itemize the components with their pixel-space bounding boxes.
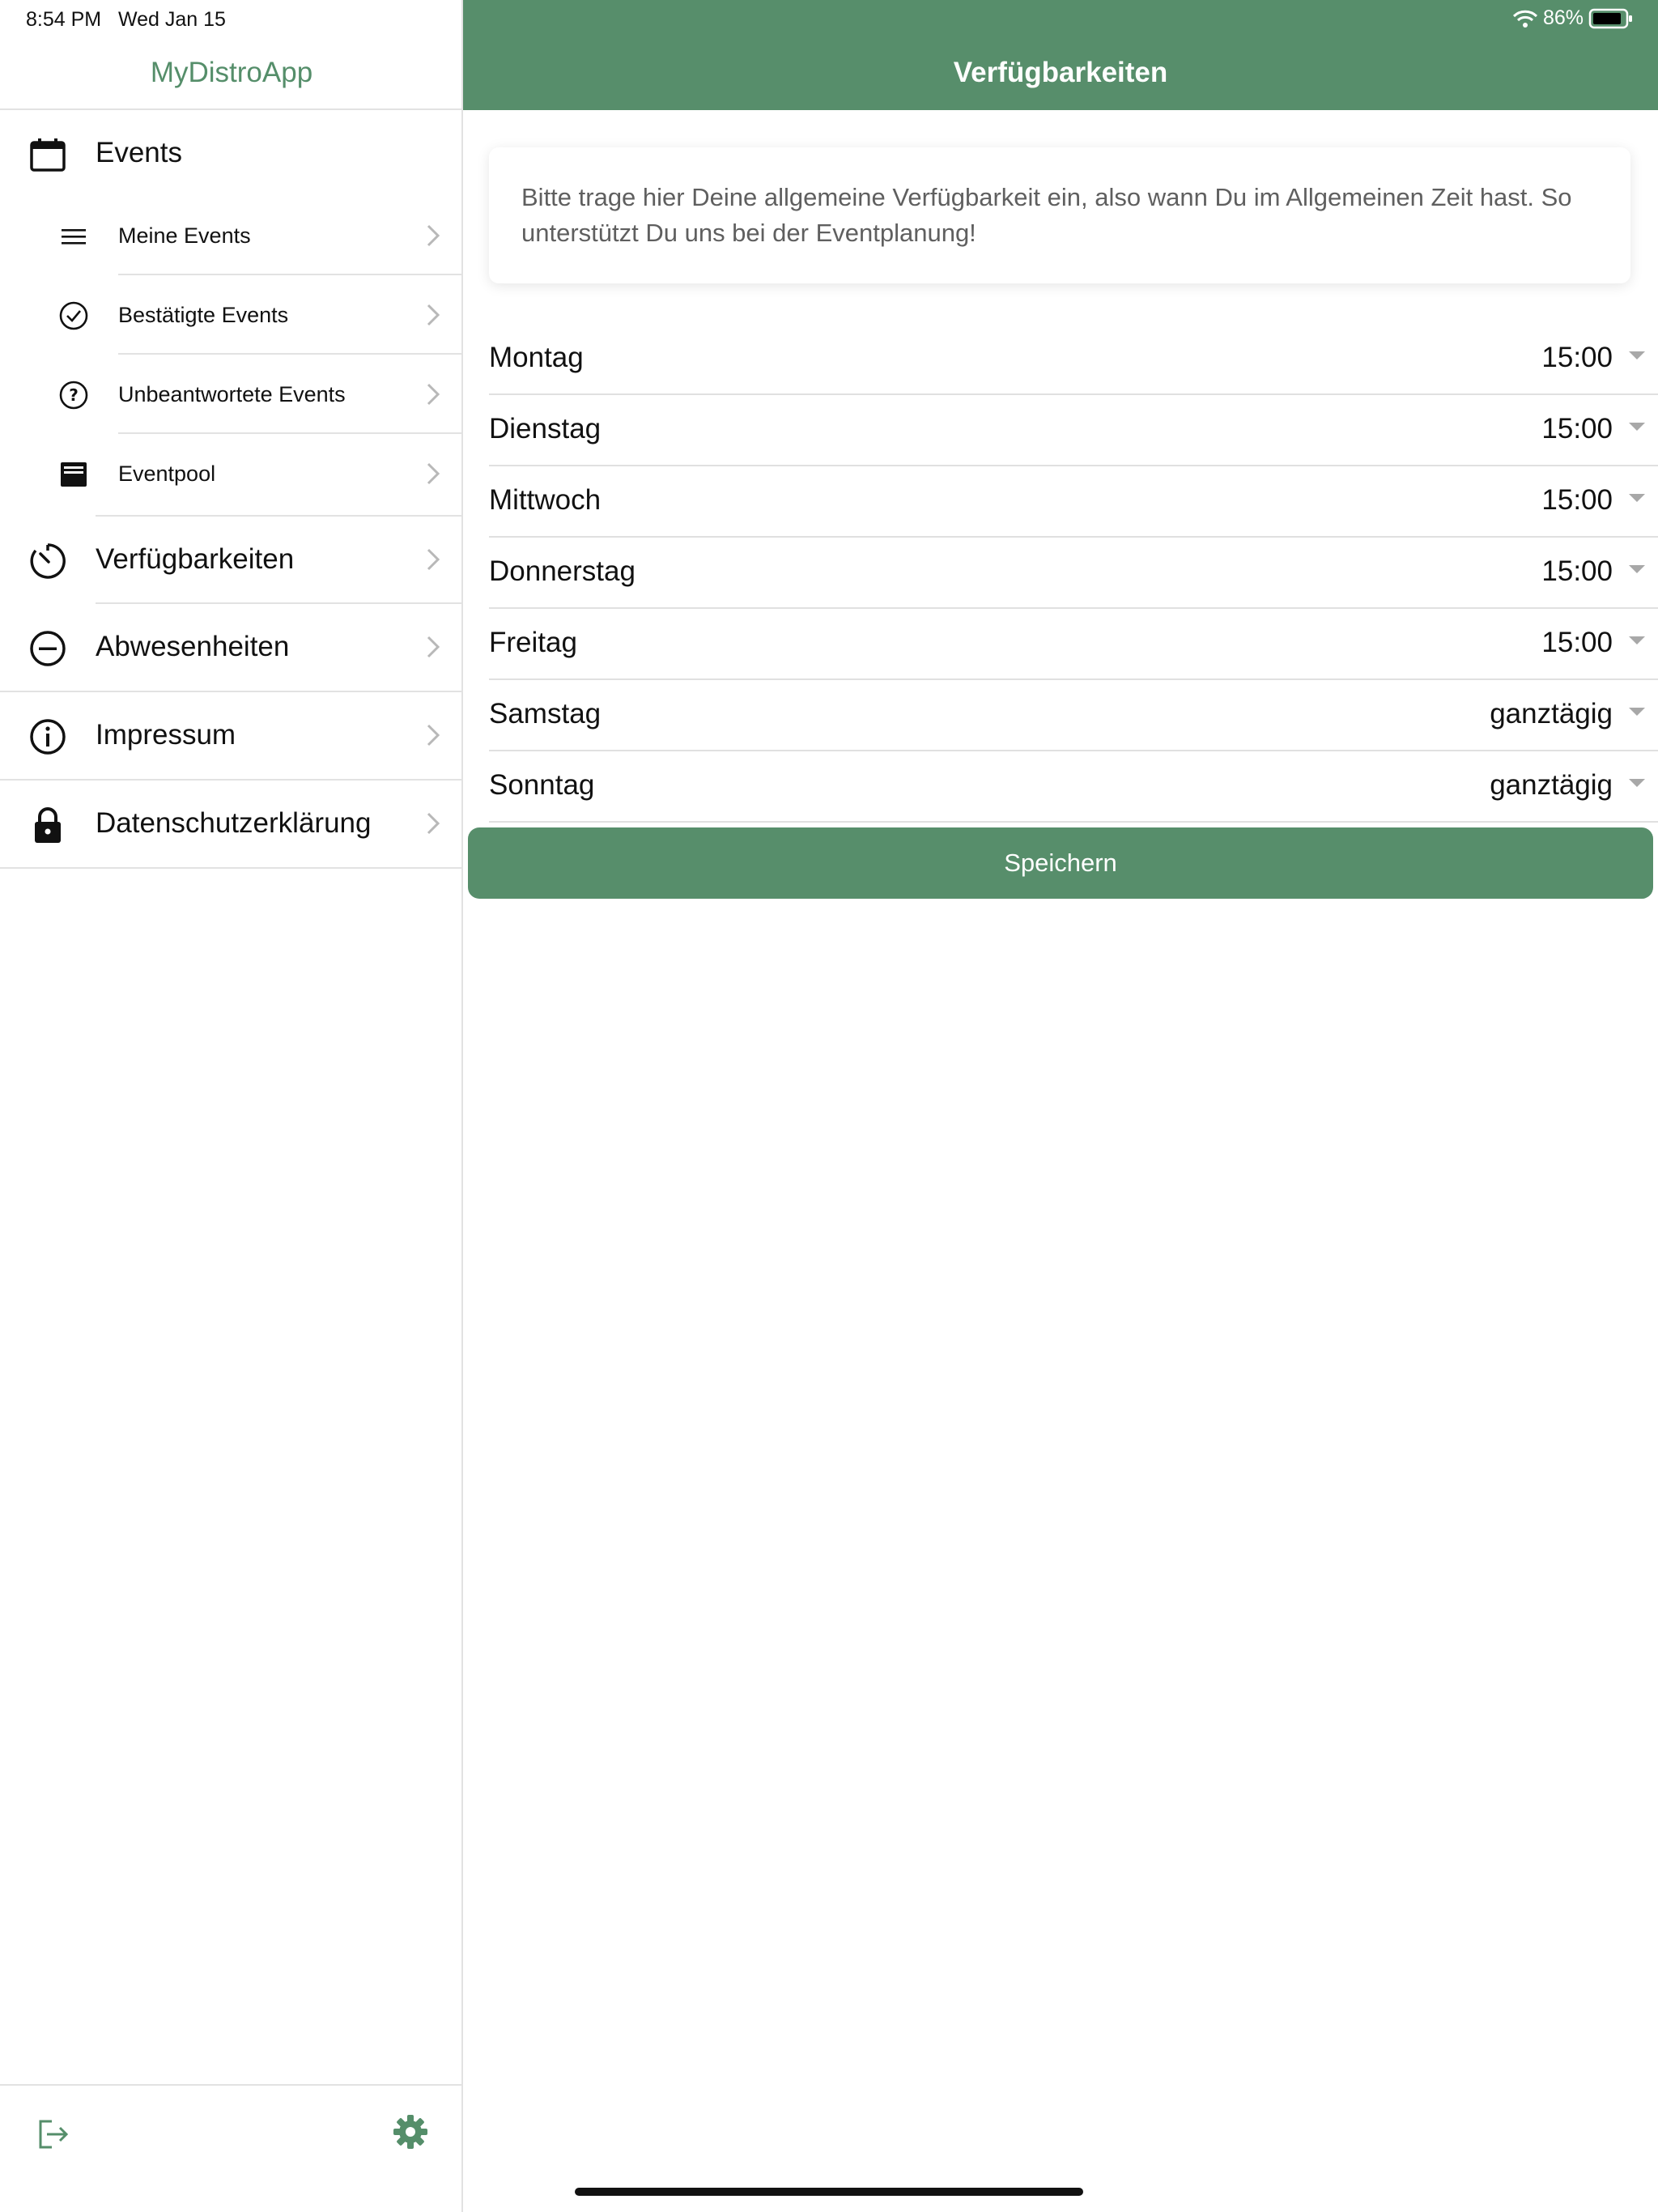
sidebar-item-impressum[interactable]: Impressum — [0, 692, 463, 778]
time-select[interactable]: 15:00 — [1541, 484, 1613, 517]
chevron-right-icon — [426, 635, 440, 663]
chevron-right-icon — [426, 811, 440, 840]
inbox-icon — [57, 457, 91, 491]
sidebar-item-label: Eventpool — [118, 462, 216, 486]
time-select[interactable]: 15:00 — [1541, 555, 1613, 588]
time-select[interactable]: ganztägig — [1490, 698, 1613, 730]
caret-down-icon — [1629, 423, 1645, 431]
time-select[interactable]: ganztägig — [1490, 769, 1613, 802]
caret-down-icon — [1629, 494, 1645, 502]
header-bar: 86% Verfügbarkeiten — [463, 0, 1658, 110]
sidebar-item-label: Verfügbarkeiten — [96, 543, 295, 575]
status-indicators: 86% — [1512, 6, 1634, 30]
caret-down-icon — [1629, 351, 1645, 359]
chevron-right-icon — [426, 382, 440, 410]
caret-down-icon — [1629, 636, 1645, 644]
divider — [0, 867, 463, 869]
page-title: Verfügbarkeiten — [953, 57, 1168, 88]
sidebar-item-unbeantwortete-events[interactable]: ? Unbeantwortete Events — [0, 355, 463, 434]
availability-row-sonntag[interactable]: Sonntag ganztägig — [489, 751, 1658, 823]
day-label: Donnerstag — [489, 555, 636, 587]
chevron-right-icon — [426, 223, 440, 252]
day-label: Freitag — [489, 627, 577, 658]
question-circle-icon: ? — [57, 378, 91, 412]
wifi-icon — [1512, 9, 1538, 28]
home-indicator[interactable] — [575, 2188, 1083, 2196]
sidebar-item-label: Events — [96, 137, 182, 168]
status-time: 8:54 PM Wed Jan 15 — [26, 8, 226, 31]
sidebar-item-label: Abwesenheiten — [96, 631, 290, 662]
sidebar-item-verfuegbarkeiten[interactable]: Verfügbarkeiten — [0, 517, 463, 602]
info-text: Bitte trage hier Deine allgemeine Verfüg… — [521, 183, 1572, 247]
app-title: MyDistroApp — [150, 57, 313, 88]
svg-text:?: ? — [69, 385, 79, 405]
sidebar-item-label: Bestätigte Events — [118, 303, 289, 327]
chevron-right-icon — [426, 547, 440, 576]
sidebar-item-abwesenheiten[interactable]: Abwesenheiten — [0, 604, 463, 690]
sidebar-item-datenschutz[interactable]: Datenschutzerklärung — [0, 781, 463, 866]
battery-percent: 86% — [1542, 6, 1584, 29]
day-label: Mittwoch — [489, 484, 602, 516]
sidebar-item-bestaetigte-events[interactable]: Bestätigte Events — [0, 275, 463, 355]
day-label: Montag — [489, 342, 584, 373]
availability-row-freitag[interactable]: Freitag 15:00 — [489, 609, 1658, 680]
gear-icon[interactable] — [392, 2113, 429, 2150]
day-label: Sonntag — [489, 769, 595, 801]
availability-row-montag[interactable]: Montag 15:00 — [489, 324, 1658, 395]
lock-icon — [28, 805, 68, 845]
time-select[interactable]: 15:00 — [1541, 413, 1613, 445]
chevron-right-icon — [426, 303, 440, 331]
sidebar-item-label: Datenschutzerklärung — [96, 807, 372, 839]
sidebar-item-label: Unbeantwortete Events — [118, 382, 346, 406]
timer-icon — [28, 541, 68, 581]
info-circle-icon — [28, 717, 68, 757]
battery-icon — [1588, 8, 1634, 29]
caret-down-icon — [1629, 779, 1645, 787]
caret-down-icon — [1629, 708, 1645, 716]
logout-icon[interactable] — [36, 2116, 71, 2152]
save-button[interactable]: Speichern — [468, 827, 1653, 899]
sidebar-item-events[interactable]: Events — [0, 110, 463, 196]
sidebar-item-eventpool[interactable]: Eventpool — [0, 434, 463, 513]
sidebar-item-label: Impressum — [96, 719, 236, 751]
caret-down-icon — [1629, 565, 1645, 573]
sidebar-item-meine-events[interactable]: Meine Events — [0, 196, 463, 275]
divider — [0, 2084, 463, 2086]
availability-row-mittwoch[interactable]: Mittwoch 15:00 — [489, 466, 1658, 538]
sidebar: 8:54 PM Wed Jan 15 MyDistroApp Events Me… — [0, 0, 463, 2212]
sidebar-item-label: Meine Events — [118, 223, 251, 248]
day-label: Samstag — [489, 698, 602, 730]
day-label: Dienstag — [489, 413, 602, 445]
availability-row-dienstag[interactable]: Dienstag 15:00 — [489, 395, 1658, 466]
info-card: Bitte trage hier Deine allgemeine Verfüg… — [489, 147, 1630, 283]
main-content: 86% Verfügbarkeiten Bitte trage hier Dei… — [463, 0, 1658, 2212]
availability-row-donnerstag[interactable]: Donnerstag 15:00 — [489, 538, 1658, 609]
chevron-right-icon — [426, 723, 440, 751]
availability-row-samstag[interactable]: Samstag ganztägig — [489, 680, 1658, 751]
time-select[interactable]: 15:00 — [1541, 627, 1613, 659]
chevron-right-icon — [426, 462, 440, 490]
list-icon — [57, 219, 91, 253]
minus-circle-icon — [28, 628, 68, 669]
calendar-icon — [28, 134, 68, 175]
time-select[interactable]: 15:00 — [1541, 342, 1613, 374]
check-circle-icon — [57, 299, 91, 333]
divider — [489, 821, 1658, 823]
